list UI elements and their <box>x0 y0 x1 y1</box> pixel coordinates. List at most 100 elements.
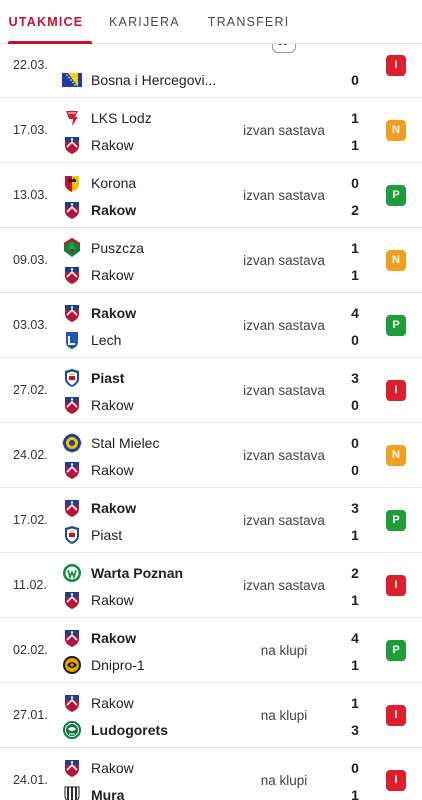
home-score: 0 <box>351 760 359 776</box>
match-row[interactable]: 02.02. Rakow Dnipro-1 na klupi 4 1 P <box>0 618 422 683</box>
match-row[interactable]: 11.02. Warta Poznan Rakow izvan sastava 2 1 I <box>0 553 422 618</box>
home-score: 3 <box>351 500 359 516</box>
away-score: 0 <box>351 462 359 478</box>
home-team: Stal Mielec <box>62 433 159 453</box>
tab-karijera[interactable]: KARIJERA <box>109 0 180 44</box>
piast-crest-icon <box>62 525 82 545</box>
home-team-name: LKS Lodz <box>91 110 152 126</box>
rakow-crest-icon <box>62 628 82 648</box>
match-list: 22.03. Bosna i Hercegovi... 90' 0 I 17.03. LKS… <box>0 44 422 800</box>
stal-mielec-crest-icon <box>62 433 82 453</box>
away-score: 3 <box>351 722 359 738</box>
result-badge: I <box>386 380 406 401</box>
rakow-crest-icon <box>62 460 82 480</box>
result-badge: P <box>386 640 406 661</box>
home-score: 4 <box>351 630 359 646</box>
away-team-name: Rakow <box>91 462 134 478</box>
match-status: izvan sastava <box>243 188 325 203</box>
match-status: izvan sastava <box>243 513 325 528</box>
away-team-name: Dnipro-1 <box>91 657 145 673</box>
away-team-name: Mura <box>91 787 125 800</box>
home-score: 1 <box>351 695 359 711</box>
away-score: 0 <box>351 332 359 348</box>
away-score: 0 <box>351 397 359 413</box>
match-row[interactable]: 27.01. Rakow Ludogorets na klupi 1 3 I <box>0 683 422 748</box>
match-row[interactable]: 03.03. Rakow Lech izvan sastava 4 0 P <box>0 293 422 358</box>
match-status: izvan sastava <box>243 123 325 138</box>
match-row[interactable]: 24.01. Rakow Mura na klupi 0 1 I <box>0 748 422 800</box>
rakow-crest-icon <box>62 265 82 285</box>
match-row[interactable]: 27.02. Piast Rakow izvan sastava 3 0 I <box>0 358 422 423</box>
lech-crest-icon <box>62 330 82 350</box>
away-team: Rakow <box>62 590 134 610</box>
away-score: 0 <box>351 72 359 88</box>
result-badge: N <box>386 120 406 141</box>
home-score: 3 <box>351 370 359 386</box>
home-score: 1 <box>351 240 359 256</box>
away-score: 1 <box>351 527 359 543</box>
home-team: Puszcza <box>62 237 144 258</box>
away-team-name: Rakow <box>91 137 134 153</box>
home-team: Rakow <box>62 693 134 713</box>
lks-lodz-crest-icon <box>62 108 82 128</box>
tab-transferi[interactable]: TRANSFERI <box>208 0 290 44</box>
home-team: Warta Poznan <box>62 563 183 583</box>
home-team: Rakow <box>62 628 136 648</box>
home-team-name: Rakow <box>91 305 137 321</box>
match-row[interactable]: 24.02. Stal Mielec Rakow izvan sastava 0 0 N <box>0 423 422 488</box>
match-row[interactable]: 17.02. Rakow Piast izvan sastava 3 1 P <box>0 488 422 553</box>
tab-utakmice[interactable]: UTAKMICE <box>0 0 92 44</box>
match-date: 03.03. <box>13 318 48 332</box>
away-team-name: Rakow <box>91 592 134 608</box>
away-team: Rakow <box>62 200 136 220</box>
rakow-crest-icon <box>62 395 82 415</box>
match-row[interactable]: 22.03. Bosna i Hercegovi... 90' 0 I <box>0 44 422 98</box>
match-date: 17.02. <box>13 513 48 527</box>
match-status: izvan sastava <box>243 448 325 463</box>
rakow-crest-icon <box>62 590 82 610</box>
match-row[interactable]: 13.03. Korona Rakow izvan sastava 0 2 P <box>0 163 422 228</box>
away-score: 1 <box>351 137 359 153</box>
match-date: 09.03. <box>13 253 48 267</box>
warta-crest-icon <box>62 563 82 583</box>
match-date: 27.02. <box>13 383 48 397</box>
korona-crest-icon <box>62 173 82 193</box>
match-status: izvan sastava <box>243 383 325 398</box>
home-team: Rakow <box>62 498 136 518</box>
away-team-name: Rakow <box>91 202 137 218</box>
home-team: Rakow <box>62 303 136 323</box>
result-badge: I <box>386 705 406 726</box>
puszcza-crest-icon <box>62 237 82 258</box>
match-row[interactable]: 09.03. Puszcza Rakow izvan sastava 1 1 N <box>0 228 422 293</box>
rakow-crest-icon <box>62 758 82 778</box>
home-team-name: Rakow <box>91 630 137 646</box>
home-team-name: Warta Poznan <box>91 565 184 581</box>
match-date: 24.02. <box>13 448 48 462</box>
away-team: Piast <box>62 525 122 545</box>
away-team: Rakow <box>62 135 134 155</box>
rakow-crest-icon <box>62 498 82 518</box>
away-team: Dnipro-1 <box>62 655 145 675</box>
home-team-name: Stal Mielec <box>91 435 160 451</box>
result-badge: I <box>386 55 406 76</box>
match-status: izvan sastava <box>243 578 325 593</box>
result-badge: I <box>386 770 406 791</box>
match-date: 11.02. <box>13 578 47 592</box>
away-team: Rakow <box>62 265 134 285</box>
away-team-name: Bosna i Hercegovi... <box>91 72 217 88</box>
match-date: 24.01. <box>13 773 48 787</box>
away-team-name: Lech <box>91 332 122 348</box>
home-team: Korona <box>62 173 136 193</box>
home-team: Piast <box>62 368 124 388</box>
home-team-name: Piast <box>91 370 125 386</box>
match-row[interactable]: 17.03. LKS Lodz Rakow izvan sastava 1 1 N <box>0 98 422 163</box>
minutes-played-badge: 90' <box>272 44 296 53</box>
home-score: 0 <box>351 175 359 191</box>
away-team-name: Rakow <box>91 267 134 283</box>
mura-crest-icon <box>62 785 82 800</box>
home-team-name: Korona <box>91 175 137 191</box>
away-team: Bosna i Hercegovi... <box>62 70 216 90</box>
home-team: LKS Lodz <box>62 108 152 128</box>
away-team: Mura <box>62 785 124 800</box>
home-team-name: Rakow <box>91 695 134 711</box>
